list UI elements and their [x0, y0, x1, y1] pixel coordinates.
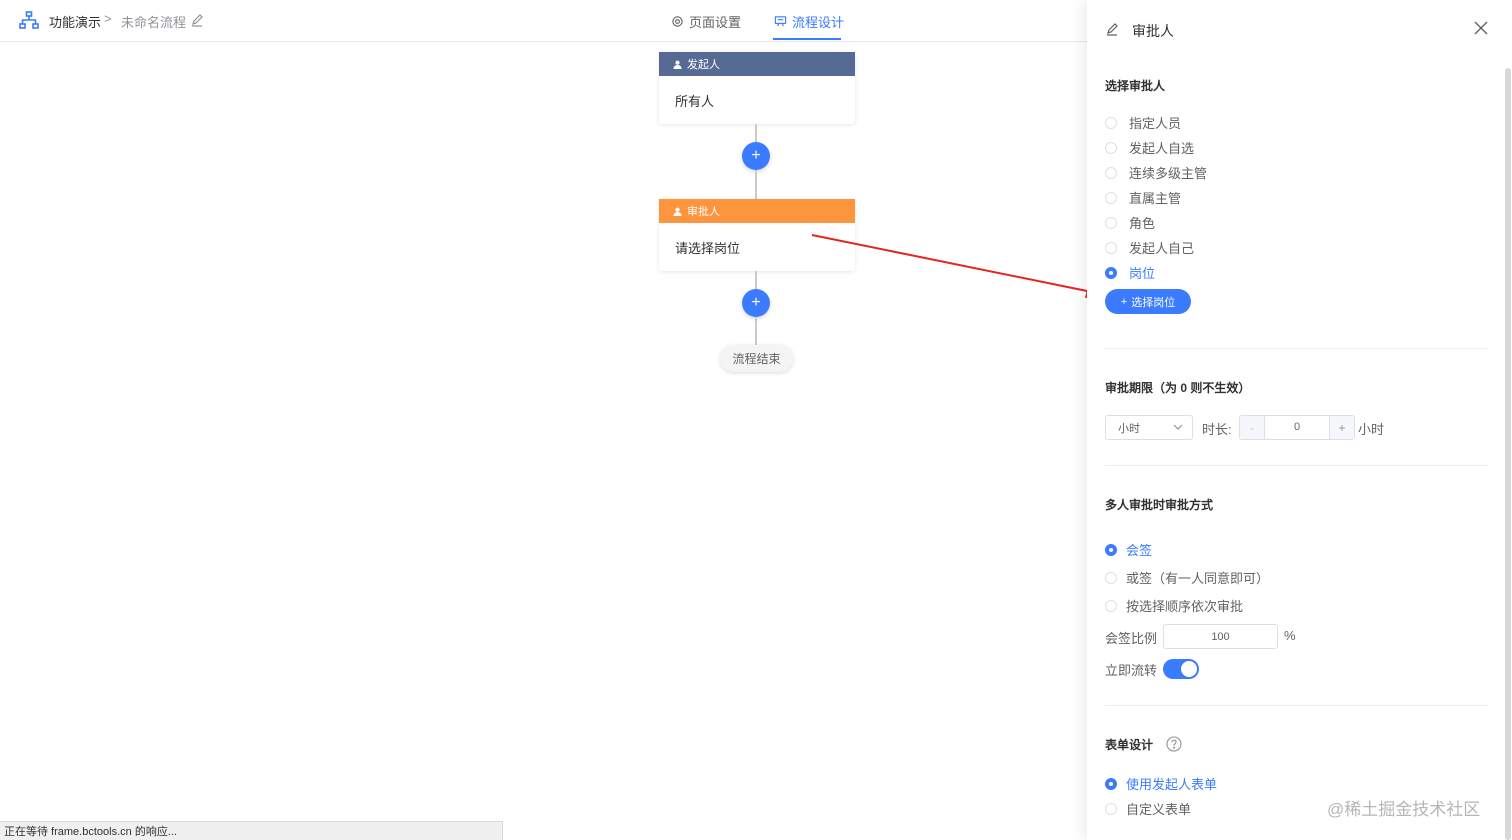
approver-settings-drawer: 审批人 选择审批人 指定人员 发起人自选 连续多级主管 直属主管 角色 发起人自… [1087, 0, 1512, 840]
top-header: 功能演示 > 未命名流程 页面设置 流程设计 [0, 0, 1087, 42]
connector-line [755, 170, 757, 199]
radio-label: 使用发起人表单 [1126, 777, 1218, 792]
app-root: 功能演示 > 未命名流程 页面设置 流程设计 发起人 所有人 + 审批人 请选择… [0, 0, 1512, 840]
increase-button[interactable]: + [1329, 416, 1354, 439]
gear-icon [672, 16, 683, 27]
flow-name: 未命名流程 [121, 15, 187, 30]
deadline-unit-select[interactable]: 小时 [1105, 415, 1193, 440]
radio-dot [1105, 241, 1117, 254]
help-icon[interactable] [1166, 736, 1182, 752]
breadcrumb-separator: > [104, 11, 112, 26]
radio-dot [1105, 777, 1117, 790]
duration-input[interactable]: 0 [1265, 421, 1329, 433]
edit-name-icon[interactable] [190, 13, 204, 27]
chevron-down-icon [1173, 424, 1183, 430]
tab-flow-design[interactable]: 流程设计 [774, 12, 844, 31]
approver-node-content: 请选择岗位 [675, 240, 741, 256]
radio-dot [1105, 543, 1117, 556]
browser-status-bar: 正在等待 frame.bctools.cn 的响应... [0, 821, 503, 840]
radio-dot [1105, 802, 1117, 815]
initiator-node[interactable]: 发起人 所有人 [659, 52, 855, 124]
radio-multi-level-leader[interactable]: 连续多级主管 [1105, 163, 1207, 182]
radio-sequential[interactable]: 按选择顺序依次审批 [1105, 596, 1243, 615]
radio-position[interactable]: 岗位 [1105, 263, 1155, 282]
tab-label: 流程设计 [792, 15, 845, 30]
connector-line [755, 317, 757, 345]
radio-label: 发起人自己 [1129, 241, 1195, 256]
tab-label: 页面设置 [689, 15, 742, 30]
radio-direct-leader[interactable]: 直属主管 [1105, 188, 1181, 207]
select-position-button[interactable]: + 选择岗位 [1105, 289, 1191, 314]
approver-node-title: 审批人 [687, 206, 720, 218]
section-divider [1105, 705, 1488, 706]
deadline-unit-value: 小时 [1118, 422, 1140, 435]
initiator-node-content: 所有人 [675, 93, 715, 109]
radio-label: 按选择顺序依次审批 [1126, 599, 1244, 614]
ratio-unit: % [1284, 628, 1296, 643]
active-tab-indicator [773, 38, 841, 40]
user-icon [673, 207, 682, 216]
plus-icon: + [1120, 295, 1128, 308]
watermark: @稀土掘金技术社区 [1327, 800, 1481, 819]
org-chart-icon [19, 11, 39, 29]
radio-initiator-self[interactable]: 发起人自己 [1105, 238, 1194, 257]
plus-icon: + [751, 294, 761, 311]
approver-node-header: 审批人 [659, 199, 855, 223]
radio-label: 角色 [1129, 216, 1156, 231]
radio-label: 会签 [1126, 543, 1153, 558]
radio-label: 自定义表单 [1126, 802, 1192, 817]
radio-label: 发起人自选 [1129, 141, 1195, 156]
form-design-title: 表单设计 [1105, 738, 1154, 752]
radio-countersign[interactable]: 会签 [1105, 540, 1152, 559]
tab-page-settings[interactable]: 页面设置 [671, 12, 741, 31]
radio-dot [1105, 599, 1117, 612]
add-node-button[interactable]: + [742, 289, 770, 317]
section-divider [1105, 348, 1488, 349]
select-position-label: 选择岗位 [1131, 296, 1176, 309]
radio-initiator-choose[interactable]: 发起人自选 [1105, 138, 1194, 157]
initiator-node-title: 发起人 [687, 59, 720, 71]
radio-dot [1105, 141, 1117, 154]
approver-type-title: 选择审批人 [1105, 79, 1166, 93]
radio-initiator-form[interactable]: 使用发起人表单 [1105, 774, 1217, 793]
edit-icon[interactable] [1105, 22, 1119, 36]
section-divider [1105, 465, 1488, 466]
multi-approve-title: 多人审批时审批方式 [1105, 498, 1214, 512]
add-node-button[interactable]: + [742, 142, 770, 170]
drawer-scrollbar[interactable] [1505, 68, 1511, 840]
ratio-input[interactable]: 100 [1163, 624, 1278, 649]
flow-end-node: 流程结束 [720, 345, 793, 372]
user-icon [673, 60, 682, 69]
drawer-title: 审批人 [1132, 23, 1174, 39]
radio-label: 或签（有一人同意即可） [1126, 571, 1270, 586]
radio-or-sign[interactable]: 或签（有一人同意即可） [1105, 568, 1269, 587]
ratio-label: 会签比例 [1105, 631, 1158, 646]
radio-custom-form[interactable]: 自定义表单 [1105, 799, 1191, 818]
approver-node[interactable]: 审批人 请选择岗位 [659, 199, 855, 271]
radio-label: 岗位 [1129, 266, 1156, 281]
duration-label: 时长: [1202, 422, 1232, 437]
decrease-button[interactable]: - [1240, 416, 1265, 439]
initiator-node-header: 发起人 [659, 52, 855, 76]
breadcrumb-app-name[interactable]: 功能演示 [49, 12, 101, 31]
radio-label: 连续多级主管 [1129, 166, 1208, 181]
close-icon[interactable] [1474, 21, 1488, 35]
duration-unit-label: 小时 [1358, 422, 1385, 437]
radio-label: 直属主管 [1129, 191, 1182, 206]
radio-role[interactable]: 角色 [1105, 213, 1155, 232]
radio-dot [1105, 266, 1117, 279]
flow-now-label: 立即流转 [1105, 663, 1158, 678]
radio-dot [1105, 116, 1117, 129]
radio-dot [1105, 571, 1117, 584]
plus-icon: + [751, 147, 761, 164]
duration-stepper: - 0 + [1239, 415, 1355, 440]
radio-dot [1105, 166, 1117, 179]
radio-dot [1105, 216, 1117, 229]
radio-dot [1105, 191, 1117, 204]
flow-now-toggle[interactable] [1163, 659, 1199, 679]
radio-assigned-member[interactable]: 指定人员 [1105, 113, 1181, 132]
radio-label: 指定人员 [1129, 116, 1182, 131]
deadline-title: 审批期限（为 0 则不生效） [1105, 381, 1251, 395]
flow-design-icon [774, 16, 787, 27]
